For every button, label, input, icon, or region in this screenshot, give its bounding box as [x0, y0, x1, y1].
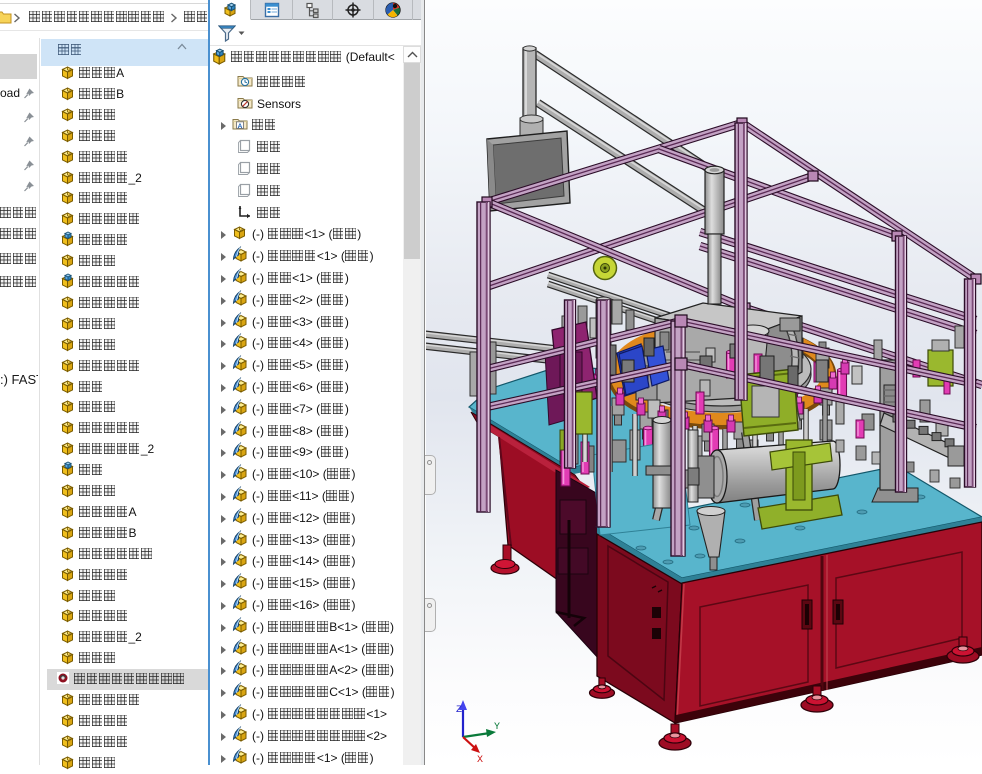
svg-text:X: X: [477, 755, 483, 765]
svg-text:Y: Y: [494, 722, 500, 733]
svg-text:Z: Z: [456, 705, 462, 716]
